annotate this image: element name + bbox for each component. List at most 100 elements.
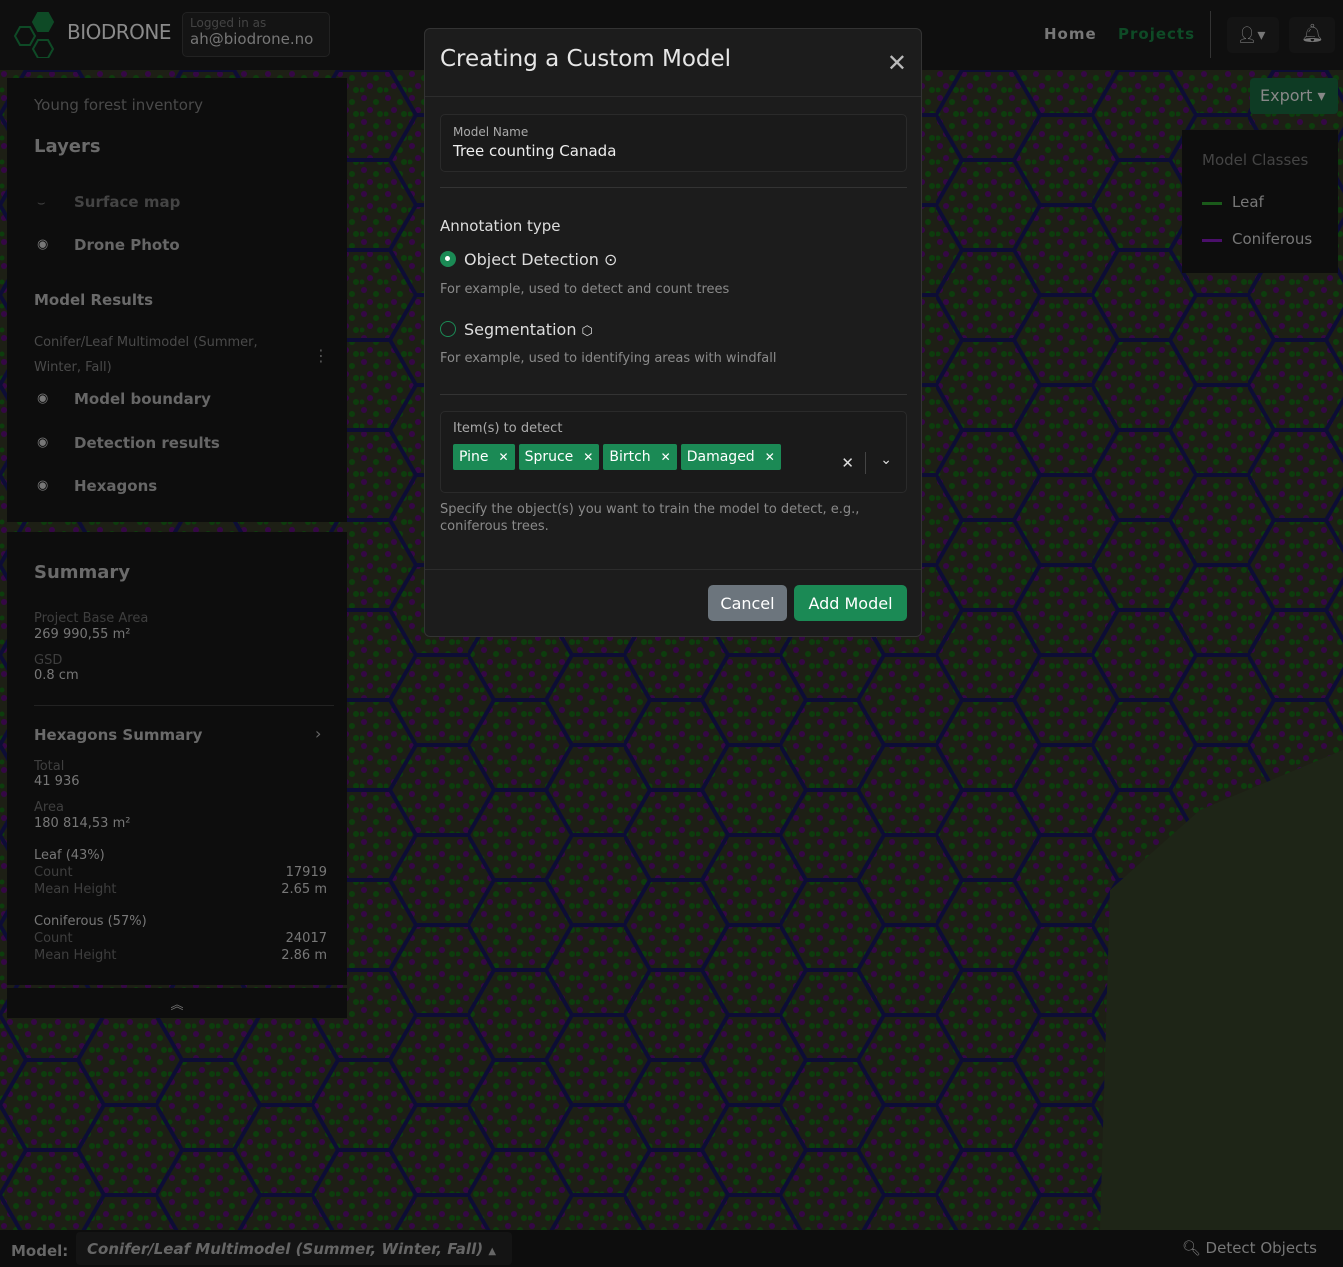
coniferous-title: Coniferous (57%) [34, 914, 147, 929]
divider [865, 452, 866, 474]
divider [34, 705, 334, 706]
eye-icon[interactable]: ◉ [37, 435, 48, 450]
legend-swatch-leaf [1202, 202, 1222, 205]
target-icon: ⊙ [604, 250, 618, 269]
remove-item-icon[interactable]: ✕ [765, 450, 775, 464]
segmentation-help: For example, used to identifying areas w… [440, 351, 777, 366]
layer-drone-photo[interactable]: Drone Photo [74, 236, 180, 254]
model-name-field[interactable]: Model Name Tree counting Canada [440, 114, 907, 172]
notifications-button[interactable]: 🔔︎ [1289, 17, 1335, 53]
leaf-count: 17919 [285, 865, 327, 880]
layer-detection-results[interactable]: Detection results [74, 434, 220, 452]
export-button[interactable]: Export ▾ [1250, 78, 1338, 114]
legend-leaf: Leaf [1232, 193, 1264, 211]
leaf-height-label: Mean Height [34, 882, 117, 897]
model-label: Model: [11, 1242, 69, 1260]
user-icon: 👤︎▾ [1237, 25, 1266, 44]
summary-panel: Summary Project Base Area 269 990,55 m² … [7, 532, 347, 985]
coniferous-count-label: Count [34, 931, 73, 946]
area-label: Area [34, 800, 64, 815]
item-chip-label: Spruce [524, 449, 574, 465]
model-select-value: Conifer/Leaf Multimodel (Summer, Winter,… [87, 1240, 484, 1258]
brand-name: BIODRONE [67, 20, 172, 44]
caret-up-icon: ▲ [488, 1246, 497, 1257]
search-icon: 🔍︎ [1181, 1239, 1201, 1257]
bottom-bar: Model: Conifer/Leaf Multimodel (Summer, … [0, 1230, 1343, 1267]
object-detection-label[interactable]: Object Detection ⊙ [464, 250, 617, 269]
collapse-button[interactable]: ︽ [7, 988, 347, 1018]
surface-icon: ⌣ [37, 196, 46, 211]
remove-item-icon[interactable]: ✕ [661, 450, 671, 464]
project-name: Young forest inventory [34, 96, 204, 114]
chevron-down-icon[interactable]: ⌄ [880, 452, 892, 468]
detect-objects-button[interactable]: 🔍︎ Detect Objects [1182, 1239, 1317, 1257]
coniferous-height-label: Mean Height [34, 948, 117, 963]
item-chip-label: Birtch [609, 449, 651, 465]
remove-item-icon[interactable]: ✕ [583, 450, 593, 464]
coniferous-count: 24017 [285, 931, 327, 946]
biodrone-logo-icon [13, 12, 55, 58]
base-area-value: 269 990,55 m² [34, 627, 131, 642]
layer-model-boundary[interactable]: Model boundary [74, 390, 211, 408]
remove-item-icon[interactable]: ✕ [499, 450, 509, 464]
legend-title: Model Classes [1202, 151, 1309, 169]
add-model-button[interactable]: Add Model [794, 585, 907, 621]
leaf-height: 2.65 m [281, 882, 327, 897]
items-to-detect-field[interactable]: Item(s) to detect Pine ✕ Spruce ✕ Birtch ✕ Dam… [440, 411, 907, 493]
total-label: Total [34, 759, 65, 774]
item-chip: Pine ✕ [453, 444, 515, 470]
model-results-title: Model Results [34, 291, 154, 309]
model-name-label: Model Name [453, 125, 529, 139]
user-menu-button[interactable]: 👤︎▾ [1227, 17, 1279, 53]
legend-coniferous: Coniferous [1232, 230, 1313, 248]
eye-icon[interactable]: ◉ [37, 237, 48, 252]
radio-object-detection[interactable] [440, 251, 456, 267]
segmentation-label[interactable]: Segmentation ⬡ [464, 320, 593, 339]
nav-projects[interactable]: Projects [1118, 25, 1195, 43]
layer-surface-map[interactable]: Surface map [74, 193, 180, 211]
user-email: ah@biodrone.no [190, 30, 314, 48]
item-chip-label: Pine [459, 449, 489, 465]
radio-segmentation[interactable] [440, 321, 456, 337]
nav-home[interactable]: Home [1044, 25, 1097, 43]
item-chip-label: Damaged [686, 449, 755, 465]
layers-panel: Young forest inventory Layers ⌣ Surface … [7, 78, 347, 522]
create-model-dialog: Creating a Custom Model ✕ Model Name Tre… [424, 28, 922, 637]
dialog-title: Creating a Custom Model [440, 46, 732, 72]
gsd-value: 0.8 cm [34, 668, 79, 683]
detect-objects-label: Detect Objects [1205, 1239, 1317, 1257]
annotation-type-label: Annotation type [440, 217, 561, 235]
model-name: Conifer/Leaf Multimodel (Summer, Winter,… [34, 335, 258, 375]
close-icon[interactable]: ✕ [887, 49, 907, 77]
legend-swatch-coniferous [1202, 239, 1222, 242]
leaf-count-label: Count [34, 865, 73, 880]
more-options-icon[interactable]: ⋮ [313, 346, 329, 365]
model-name-input[interactable]: Tree counting Canada [453, 142, 894, 160]
divider [440, 394, 907, 395]
clear-icon[interactable]: ✕ [841, 454, 854, 472]
items-help: Specify the object(s) you want to train … [440, 502, 860, 534]
cancel-button[interactable]: Cancel [708, 585, 787, 621]
divider [425, 569, 921, 570]
eye-icon[interactable]: ◉ [37, 478, 48, 493]
divider [440, 187, 907, 188]
coniferous-height: 2.86 m [281, 948, 327, 963]
chevrons-up-icon: ︽ [170, 998, 184, 1013]
items-chips: Pine ✕ Spruce ✕ Birtch ✕ Damaged ✕ [453, 444, 894, 470]
layer-hexagons[interactable]: Hexagons [74, 477, 157, 495]
object-detection-help: For example, used to detect and count tr… [440, 282, 730, 297]
total-value: 41 936 [34, 774, 80, 789]
base-area-label: Project Base Area [34, 611, 149, 626]
items-label: Item(s) to detect [453, 421, 563, 436]
hexagons-summary-title[interactable]: Hexagons Summary [34, 726, 202, 744]
item-chip: Damaged ✕ [680, 444, 781, 470]
item-chip: Spruce ✕ [518, 444, 600, 470]
model-select[interactable]: Conifer/Leaf Multimodel (Summer, Winter,… [76, 1232, 512, 1265]
bell-icon: 🔔︎ [1301, 23, 1324, 44]
chevron-right-icon[interactable]: › [315, 724, 321, 743]
divider [1210, 11, 1211, 58]
model-classes-legend: Model Classes Leaf Coniferous [1182, 130, 1338, 273]
eye-icon[interactable]: ◉ [37, 391, 48, 406]
area-value: 180 814,53 m² [34, 816, 131, 831]
export-label: Export [1260, 86, 1313, 105]
